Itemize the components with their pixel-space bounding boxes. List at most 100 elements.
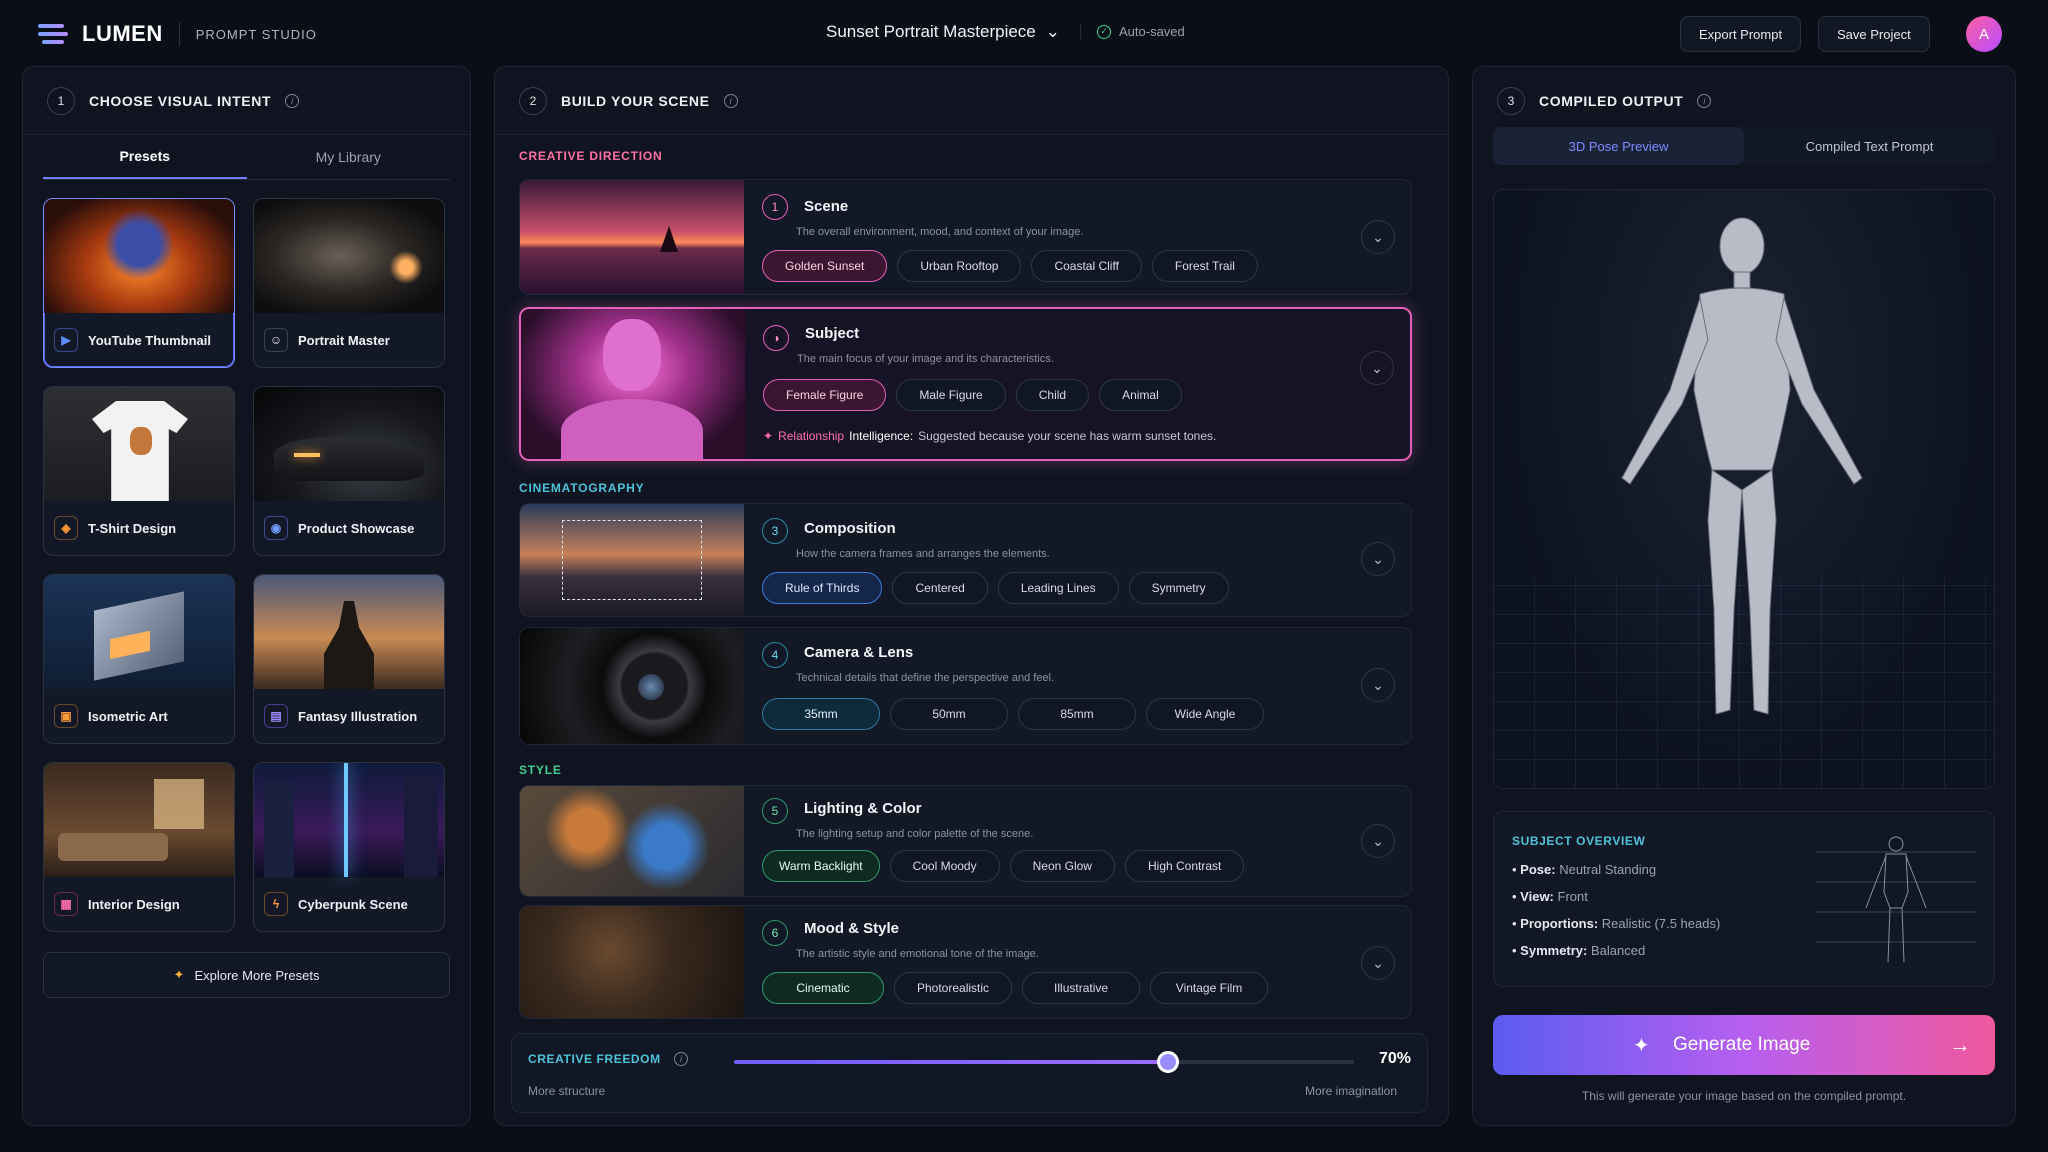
autosave-label: Auto-saved [1119, 24, 1185, 39]
preset-label: Portrait Master [298, 332, 390, 348]
chip[interactable]: Centered [892, 572, 988, 604]
preset-label: Fantasy Illustration [298, 708, 418, 724]
preset-card[interactable]: ▣ Isometric Art [43, 574, 235, 744]
generate-image-button[interactable]: ✦ Generate Image → [1493, 1015, 1995, 1075]
preset-label-row: ◈ T-Shirt Design [44, 501, 234, 555]
preset-thumbnail [254, 763, 444, 877]
preset-thumbnail [44, 575, 234, 689]
save-project-button[interactable]: Save Project [1818, 16, 1930, 52]
overview-item: • Pose: Neutral Standing [1512, 862, 1657, 877]
chevron-down-icon[interactable]: ⌄ [1361, 220, 1395, 254]
panel-title: COMPILED OUTPUT [1539, 93, 1684, 109]
check-icon: ✓ [1097, 24, 1111, 39]
panel-title: CHOOSE VISUAL INTENT [89, 92, 272, 109]
tab-3d-pose-preview[interactable]: 3D Pose Preview [1493, 127, 1744, 165]
chip[interactable]: Child [1015, 379, 1090, 411]
avatar[interactable]: A [1966, 16, 2002, 52]
visual-intent-panel: 1 CHOOSE VISUAL INTENT i Presets My Libr… [22, 66, 471, 1126]
chip[interactable]: Symmetry [1128, 572, 1229, 604]
tab-presets[interactable]: Presets [43, 135, 247, 179]
chevron-down-icon[interactable]: ⌄ [1361, 946, 1395, 980]
creative-freedom-label: CREATIVE FREEDOM [528, 1052, 661, 1066]
preset-card[interactable]: ϟ Cyberpunk Scene [253, 762, 445, 932]
row-description: Technical details that define the perspe… [796, 672, 1055, 684]
chip[interactable]: High Contrast [1124, 850, 1245, 882]
compiled-output-panel: 3 COMPILED OUTPUT i 3D Pose Preview Comp… [1472, 66, 2016, 1126]
chip[interactable]: Cool Moody [889, 850, 1000, 882]
mood-style-row[interactable]: 6 Mood & Style The artistic style and em… [519, 905, 1412, 1019]
preset-label-row: ◉ Product Showcase [254, 501, 444, 555]
composition-row[interactable]: 3 Composition How the camera frames and … [519, 503, 1412, 617]
preset-card[interactable]: ▶ YouTube Thumbnail [43, 198, 235, 368]
preset-card[interactable]: ▦ Interior Design [43, 762, 235, 932]
chip[interactable]: Coastal Cliff [1031, 250, 1142, 282]
info-icon[interactable]: i [674, 1052, 688, 1066]
chip[interactable]: Photorealistic [894, 972, 1013, 1004]
chip[interactable]: Forest Trail [1151, 250, 1258, 282]
step-number: 2 [519, 86, 547, 115]
preset-label: Interior Design [88, 896, 180, 912]
chip[interactable]: Animal [1099, 379, 1182, 411]
preset-label-row: ▣ Isometric Art [44, 689, 234, 743]
chip[interactable]: Male Figure [896, 379, 1006, 411]
output-tabs: 3D Pose Preview Compiled Text Prompt [1493, 127, 1995, 165]
chip[interactable]: Vintage Film [1150, 972, 1269, 1004]
slider-max-label: More imagination [1304, 1084, 1397, 1098]
play-icon: ▶ [54, 328, 78, 352]
camera-lens-row[interactable]: 4 Camera & Lens Technical details that d… [519, 627, 1412, 745]
tab-compiled-text-prompt[interactable]: Compiled Text Prompt [1744, 127, 1995, 165]
overview-value: Neutral Standing [1559, 862, 1657, 877]
pose-preview[interactable] [1493, 189, 1995, 789]
chip-selected[interactable]: Female Figure [763, 379, 887, 411]
chip[interactable]: 85mm [1018, 698, 1136, 730]
shirt-icon: ◈ [54, 516, 78, 540]
chevron-down-icon: ⌄ [1045, 22, 1061, 41]
preset-label-row: ϟ Cyberpunk Scene [254, 877, 444, 931]
preset-card[interactable]: ▤ Fantasy Illustration [253, 574, 445, 744]
tab-my-library[interactable]: My Library [247, 135, 451, 179]
chip[interactable]: Neon Glow [1009, 850, 1115, 882]
chip[interactable]: 50mm [890, 698, 1008, 730]
step-number: 6 [762, 920, 788, 946]
preset-label-row: ▶ YouTube Thumbnail [44, 313, 234, 367]
slider-track[interactable] [734, 1051, 1354, 1073]
chip[interactable]: Illustrative [1022, 972, 1141, 1004]
sparkle-icon: ✦ [1633, 1034, 1650, 1057]
preset-label: Product Showcase [298, 520, 415, 536]
bolt-icon: ϟ [264, 892, 288, 916]
info-icon[interactable]: i [723, 93, 738, 108]
preset-card[interactable]: ◈ T-Shirt Design [43, 386, 235, 556]
chip[interactable]: Leading Lines [997, 572, 1119, 604]
slider-handle[interactable] [1157, 1051, 1179, 1073]
scene-row[interactable]: 1 Scene The overall environment, mood, a… [519, 179, 1412, 295]
chip-selected[interactable]: Rule of Thirds [762, 572, 883, 604]
preset-thumbnail [254, 575, 444, 689]
project-selector[interactable]: Sunset Portrait Masterpiece ⌄ [826, 22, 1060, 42]
chevron-down-icon[interactable]: ⌄ [1361, 542, 1395, 576]
info-icon[interactable]: i [285, 93, 300, 108]
sparkle-icon: ✦ [173, 967, 185, 982]
chip-selected[interactable]: Warm Backlight [762, 850, 880, 882]
lighting-color-row[interactable]: 5 Lighting & Color The lighting setup an… [519, 785, 1412, 897]
chip-selected[interactable]: Cinematic [762, 972, 884, 1004]
chip-group: Female Figure Male Figure Child Animal [763, 379, 1182, 411]
row-title: Subject [805, 325, 860, 342]
preset-card[interactable]: ☺ Portrait Master [253, 198, 445, 368]
subject-row[interactable]: ◑ Subject The main focus of your image a… [519, 307, 1412, 461]
explore-more-button[interactable]: ✦ Explore More Presets [43, 952, 450, 998]
slider-fill [734, 1060, 1168, 1064]
info-icon[interactable]: i [1697, 94, 1712, 108]
chip-selected[interactable]: Golden Sunset [762, 250, 888, 282]
chevron-down-icon[interactable]: ⌄ [1361, 824, 1395, 858]
chip[interactable]: Wide Angle [1146, 698, 1264, 730]
preset-thumbnail [254, 199, 444, 313]
chevron-down-icon[interactable]: ⌄ [1361, 668, 1395, 702]
hint-text: Suggested because your scene has warm su… [918, 429, 1217, 443]
subject-icon: ◑ [763, 325, 789, 351]
preset-card[interactable]: ◉ Product Showcase [253, 386, 445, 556]
export-prompt-button[interactable]: Export Prompt [1680, 16, 1802, 52]
chip[interactable]: Urban Rooftop [897, 250, 1022, 282]
overview-key: Pose: [1520, 862, 1556, 877]
chevron-down-icon[interactable]: ⌄ [1360, 351, 1394, 385]
chip-selected[interactable]: 35mm [762, 698, 880, 730]
